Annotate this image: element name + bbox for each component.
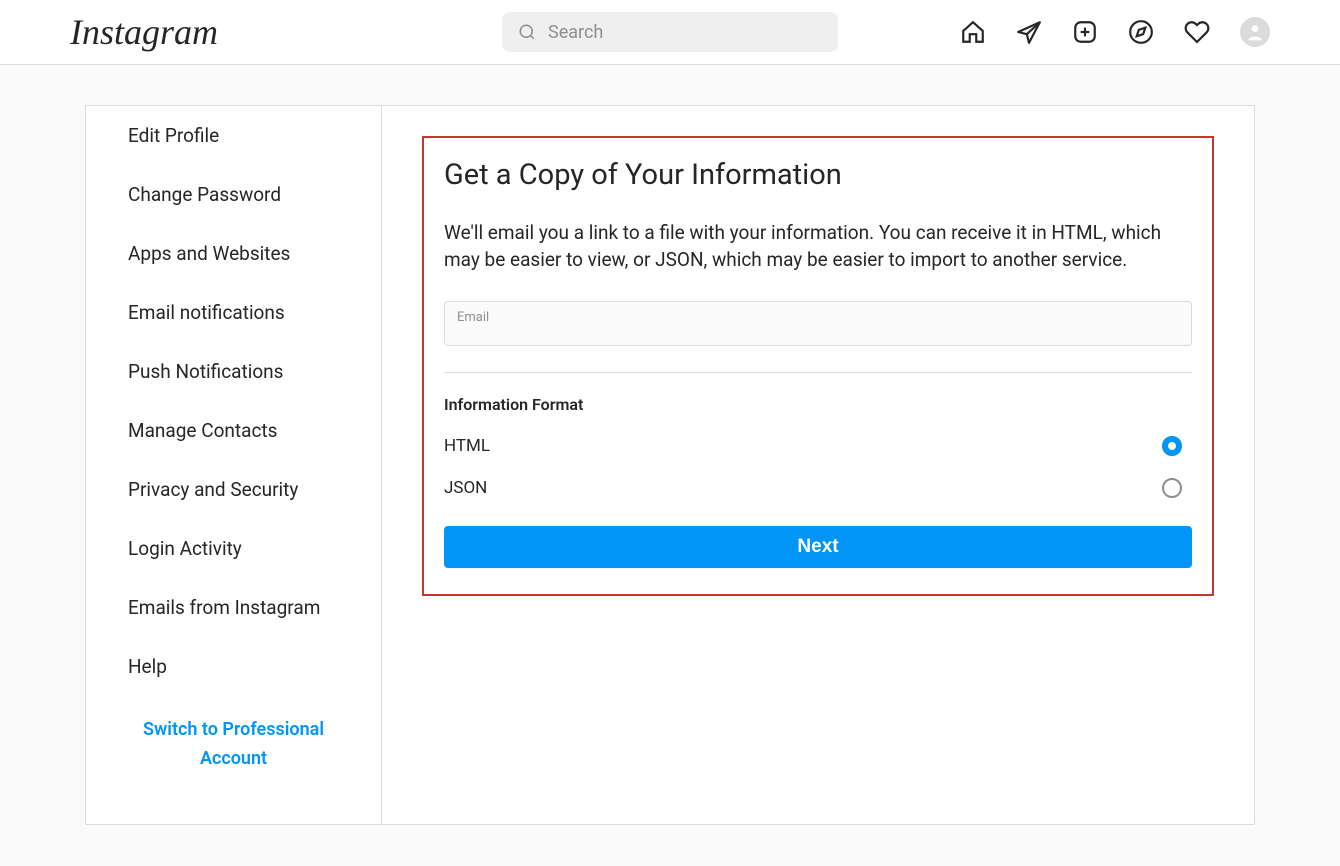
sidebar-item-emails-from-instagram[interactable]: Emails from Instagram <box>86 578 381 637</box>
format-option-json[interactable]: JSON <box>444 478 1192 498</box>
main-panel: Get a Copy of Your Information We'll ema… <box>382 106 1254 824</box>
sidebar: Edit Profile Change Password Apps and We… <box>86 106 382 824</box>
radio-icon <box>1162 436 1182 456</box>
format-option-label: HTML <box>444 436 490 456</box>
logo[interactable]: Instagram <box>70 11 218 53</box>
sidebar-item-privacy-security[interactable]: Privacy and Security <box>86 460 381 519</box>
sidebar-item-login-activity[interactable]: Login Activity <box>86 519 381 578</box>
description-text: We'll email you a link to a file with yo… <box>444 220 1192 273</box>
format-label: Information Format <box>444 395 1192 414</box>
page-title: Get a Copy of Your Information <box>444 158 1192 192</box>
search-placeholder: Search <box>548 22 603 43</box>
activity-icon[interactable] <box>1184 19 1210 45</box>
new-post-icon[interactable] <box>1072 19 1098 45</box>
sidebar-item-push-notifications[interactable]: Push Notifications <box>86 342 381 401</box>
search-icon <box>518 23 536 41</box>
avatar[interactable] <box>1240 17 1270 47</box>
sidebar-item-help[interactable]: Help <box>86 637 381 696</box>
highlight-box: Get a Copy of Your Information We'll ema… <box>422 136 1214 596</box>
format-option-label: JSON <box>444 478 487 498</box>
explore-icon[interactable] <box>1128 19 1154 45</box>
top-nav: Instagram Search <box>0 0 1340 65</box>
sidebar-item-apps-websites[interactable]: Apps and Websites <box>86 224 381 283</box>
divider <box>444 372 1192 373</box>
next-button[interactable]: Next <box>444 526 1192 568</box>
email-field[interactable]: Email <box>444 301 1192 346</box>
sidebar-item-manage-contacts[interactable]: Manage Contacts <box>86 401 381 460</box>
switch-professional-link[interactable]: Switch to Professional Account <box>86 696 381 794</box>
settings-container: Edit Profile Change Password Apps and We… <box>85 105 1255 825</box>
sidebar-item-edit-profile[interactable]: Edit Profile <box>86 106 381 165</box>
sidebar-item-email-notifications[interactable]: Email notifications <box>86 283 381 342</box>
messenger-icon[interactable] <box>1016 19 1042 45</box>
radio-icon <box>1162 478 1182 498</box>
user-icon <box>1245 22 1265 42</box>
nav-icons <box>960 17 1270 47</box>
format-option-html[interactable]: HTML <box>444 436 1192 456</box>
search-input[interactable]: Search <box>502 12 838 52</box>
sidebar-item-change-password[interactable]: Change Password <box>86 165 381 224</box>
email-label: Email <box>457 310 1179 325</box>
home-icon[interactable] <box>960 19 986 45</box>
